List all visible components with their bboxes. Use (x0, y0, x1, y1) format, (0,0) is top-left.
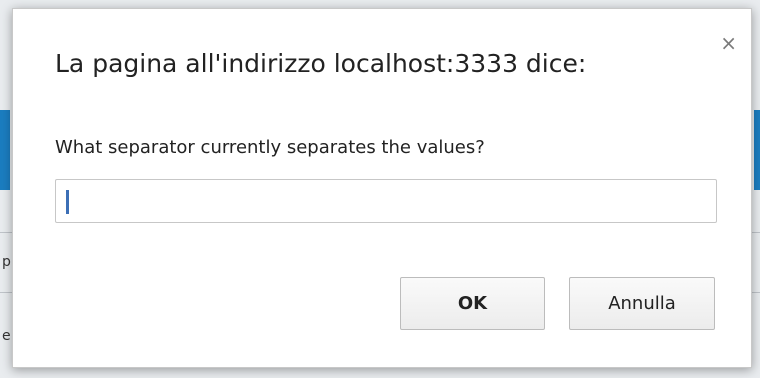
text-caret (66, 190, 69, 214)
ok-button[interactable]: OK (400, 277, 545, 330)
prompt-input[interactable] (55, 179, 717, 223)
dialog-title: La pagina all'indirizzo localhost:3333 d… (55, 49, 587, 78)
background-text-fragment: p (2, 254, 11, 270)
background-text-fragment: e (2, 328, 11, 344)
dialog-message: What separator currently separates the v… (55, 137, 485, 158)
cancel-button[interactable]: Annulla (569, 277, 715, 330)
close-icon[interactable]: × (720, 33, 737, 53)
background-accent-bar (0, 110, 10, 190)
prompt-dialog: × La pagina all'indirizzo localhost:3333… (12, 8, 752, 368)
background-accent-bar-right (754, 110, 760, 190)
